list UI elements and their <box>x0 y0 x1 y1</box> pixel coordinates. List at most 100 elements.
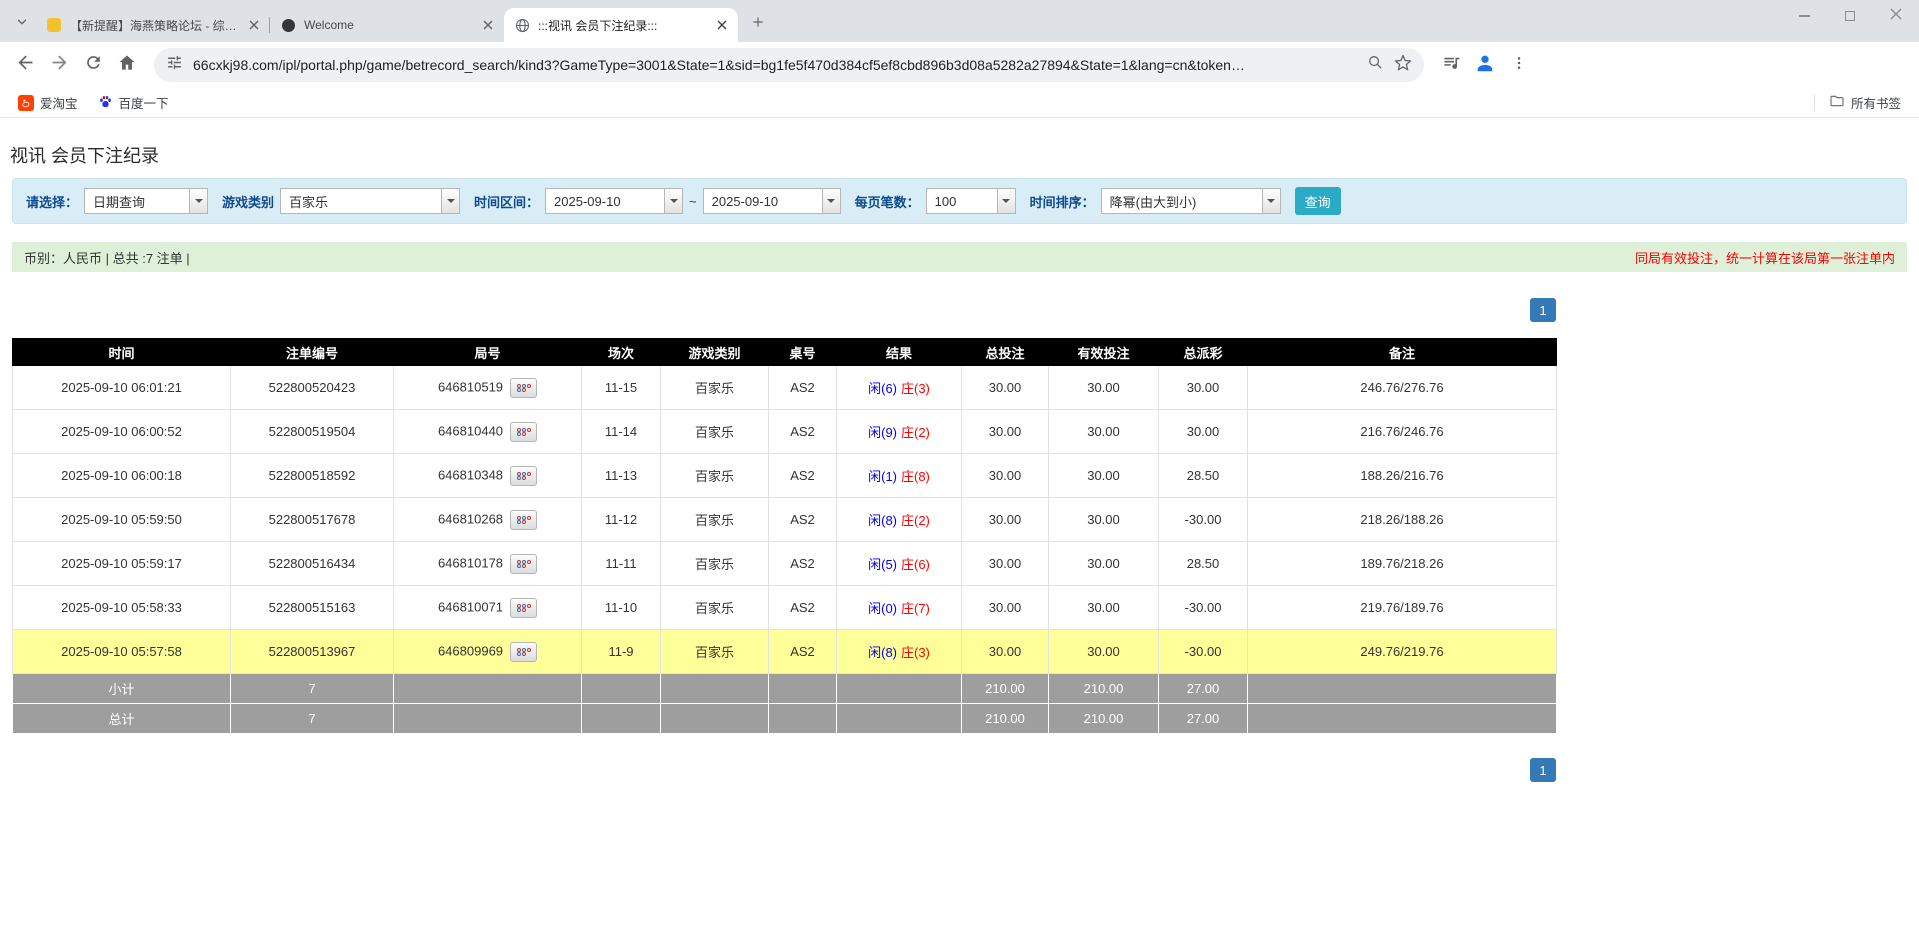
tab-forum[interactable]: 【新提醒】海燕策略论坛 - 综合... <box>36 8 270 42</box>
query-type-select[interactable]: 日期查询 <box>84 188 208 214</box>
date-to-input[interactable]: 2025-09-10 <box>703 188 841 214</box>
cell-remark: 216.76/246.76 <box>1248 410 1557 454</box>
cell-total-bet[interactable]: 30.00 <box>962 542 1049 586</box>
page-1-button[interactable]: 1 <box>1530 758 1556 782</box>
game-type-select[interactable]: 百家乐 <box>280 188 460 214</box>
game-type-value[interactable]: 百家乐 <box>281 189 441 213</box>
date-from-value[interactable]: 2025-09-10 <box>546 189 664 213</box>
cell-payout: -30.00 <box>1159 498 1248 542</box>
zoom-icon[interactable] <box>1367 54 1384 76</box>
cell-game-type: 百家乐 <box>661 366 769 410</box>
baidu-icon <box>98 94 113 112</box>
cell-session: 11-15 <box>582 366 661 410</box>
cell-game-type: 百家乐 <box>661 454 769 498</box>
tab-strip: 【新提醒】海燕策略论坛 - 综合... Welcome :::视讯 会员下注纪录… <box>0 0 1919 42</box>
table-row: 2025-09-10 05:59:50 522800517678 6468102… <box>13 498 1557 542</box>
table-header-row: 时间 注单编号 局号 场次 游戏类别 桌号 结果 总投注 有效投注 总派彩 备注 <box>13 339 1557 366</box>
cell-round-no: 646809969 <box>394 630 582 674</box>
road-map-icon[interactable] <box>510 466 537 486</box>
cell-total-bet[interactable]: 30.00 <box>962 410 1049 454</box>
page-1-button[interactable]: 1 <box>1530 298 1556 322</box>
time-sort-select[interactable]: 降幂(由大到小) <box>1101 188 1281 214</box>
cell-session: 11-14 <box>582 410 661 454</box>
tab-welcome[interactable]: Welcome <box>270 8 504 42</box>
grand-total-total-bet: 210.00 <box>962 704 1049 734</box>
cell-session: 11-11 <box>582 542 661 586</box>
result-banker: 庄(7) <box>901 601 930 616</box>
date-from-input[interactable]: 2025-09-10 <box>545 188 683 214</box>
cell-valid-bet: 30.00 <box>1049 586 1159 630</box>
close-window-button[interactable] <box>1873 0 1919 32</box>
road-map-icon[interactable] <box>510 598 537 618</box>
site-settings-icon[interactable] <box>166 54 183 76</box>
cell-bet-no: 522800513967 <box>231 630 394 674</box>
all-bookmarks-button[interactable]: 所有书签 <box>1823 90 1907 115</box>
omnibox[interactable]: 66cxkj98.com/ipl/portal.php/game/betreco… <box>154 48 1424 82</box>
cell-total-bet[interactable]: 30.00 <box>962 586 1049 630</box>
cell-remark: 189.76/218.26 <box>1248 542 1557 586</box>
cell-time: 2025-09-10 05:59:50 <box>13 498 231 542</box>
all-bookmarks-label: 所有书签 <box>1851 93 1901 112</box>
browser-menu-button[interactable] <box>1502 48 1536 82</box>
search-button[interactable]: 查询 <box>1295 187 1341 215</box>
header-game-type: 游戏类别 <box>661 339 769 366</box>
media-controls-button[interactable] <box>1434 48 1468 82</box>
chevron-down-icon[interactable] <box>822 189 840 213</box>
close-icon <box>1890 7 1902 25</box>
cell-total-bet[interactable]: 30.00 <box>962 630 1049 674</box>
chevron-down-icon[interactable] <box>189 189 207 213</box>
bookmark-star-icon[interactable] <box>1394 54 1412 77</box>
cell-table-no: AS2 <box>769 586 837 630</box>
profile-button[interactable] <box>1468 48 1502 82</box>
new-tab-button[interactable] <box>744 10 772 38</box>
page-size-input[interactable]: 100 <box>926 188 1016 214</box>
cell-time: 2025-09-10 05:57:58 <box>13 630 231 674</box>
three-dot-menu-icon <box>1511 55 1527 76</box>
maximize-button[interactable] <box>1827 0 1873 32</box>
road-map-icon[interactable] <box>510 510 537 530</box>
cell-session: 11-13 <box>582 454 661 498</box>
subtotal-count: 7 <box>231 674 394 704</box>
cell-game-type: 百家乐 <box>661 410 769 454</box>
cell-total-bet[interactable]: 30.00 <box>962 366 1049 410</box>
url-text[interactable]: 66cxkj98.com/ipl/portal.php/game/betreco… <box>193 57 1357 73</box>
chevron-down-icon[interactable] <box>664 189 682 213</box>
time-sort-value[interactable]: 降幂(由大到小) <box>1102 189 1262 213</box>
cell-game-type: 百家乐 <box>661 586 769 630</box>
page-size-value[interactable]: 100 <box>927 189 997 213</box>
query-type-value[interactable]: 日期查询 <box>85 189 189 213</box>
filter-bar: 请选择： 日期查询 游戏类别 百家乐 时间区间： 2025-09-10 ~ 20… <box>12 178 1907 224</box>
tab-search-button[interactable] <box>8 10 36 38</box>
home-button[interactable] <box>110 48 144 82</box>
cell-total-bet[interactable]: 30.00 <box>962 498 1049 542</box>
minimize-button[interactable] <box>1781 0 1827 32</box>
table-row: 2025-09-10 05:57:58 522800513967 6468099… <box>13 630 1557 674</box>
bet-table-body: 2025-09-10 06:01:21 522800520423 6468105… <box>13 366 1557 674</box>
bet-records-table: 时间 注单编号 局号 场次 游戏类别 桌号 结果 总投注 有效投注 总派彩 备注… <box>12 338 1557 734</box>
bookmark-baidu[interactable]: 百度一下 <box>92 90 175 115</box>
close-icon[interactable] <box>246 17 262 33</box>
road-map-icon[interactable] <box>510 554 537 574</box>
close-icon[interactable] <box>480 17 496 33</box>
cell-table-no: AS2 <box>769 454 837 498</box>
refresh-button[interactable] <box>76 48 110 82</box>
subtotal-payout: 27.00 <box>1159 674 1248 704</box>
grand-total-valid-bet: 210.00 <box>1049 704 1159 734</box>
back-button[interactable] <box>8 48 42 82</box>
home-icon <box>117 53 137 78</box>
road-map-icon[interactable] <box>510 378 537 398</box>
road-map-icon[interactable] <box>510 642 537 662</box>
chevron-down-icon[interactable] <box>441 189 459 213</box>
close-icon[interactable] <box>714 17 730 33</box>
forward-button[interactable] <box>42 48 76 82</box>
date-to-value[interactable]: 2025-09-10 <box>704 189 822 213</box>
cell-total-bet[interactable]: 30.00 <box>962 454 1049 498</box>
tab-bet-records[interactable]: :::视讯 会员下注纪录::: <box>504 8 738 42</box>
result-player: 闲(8) <box>868 513 897 528</box>
chevron-down-icon[interactable] <box>997 189 1015 213</box>
chevron-down-icon[interactable] <box>1262 189 1280 213</box>
taobao-icon <box>18 95 34 111</box>
bookmark-taobao[interactable]: 爱淘宝 <box>12 90 84 115</box>
cell-round-no: 646810519 <box>394 366 582 410</box>
road-map-icon[interactable] <box>510 422 537 442</box>
